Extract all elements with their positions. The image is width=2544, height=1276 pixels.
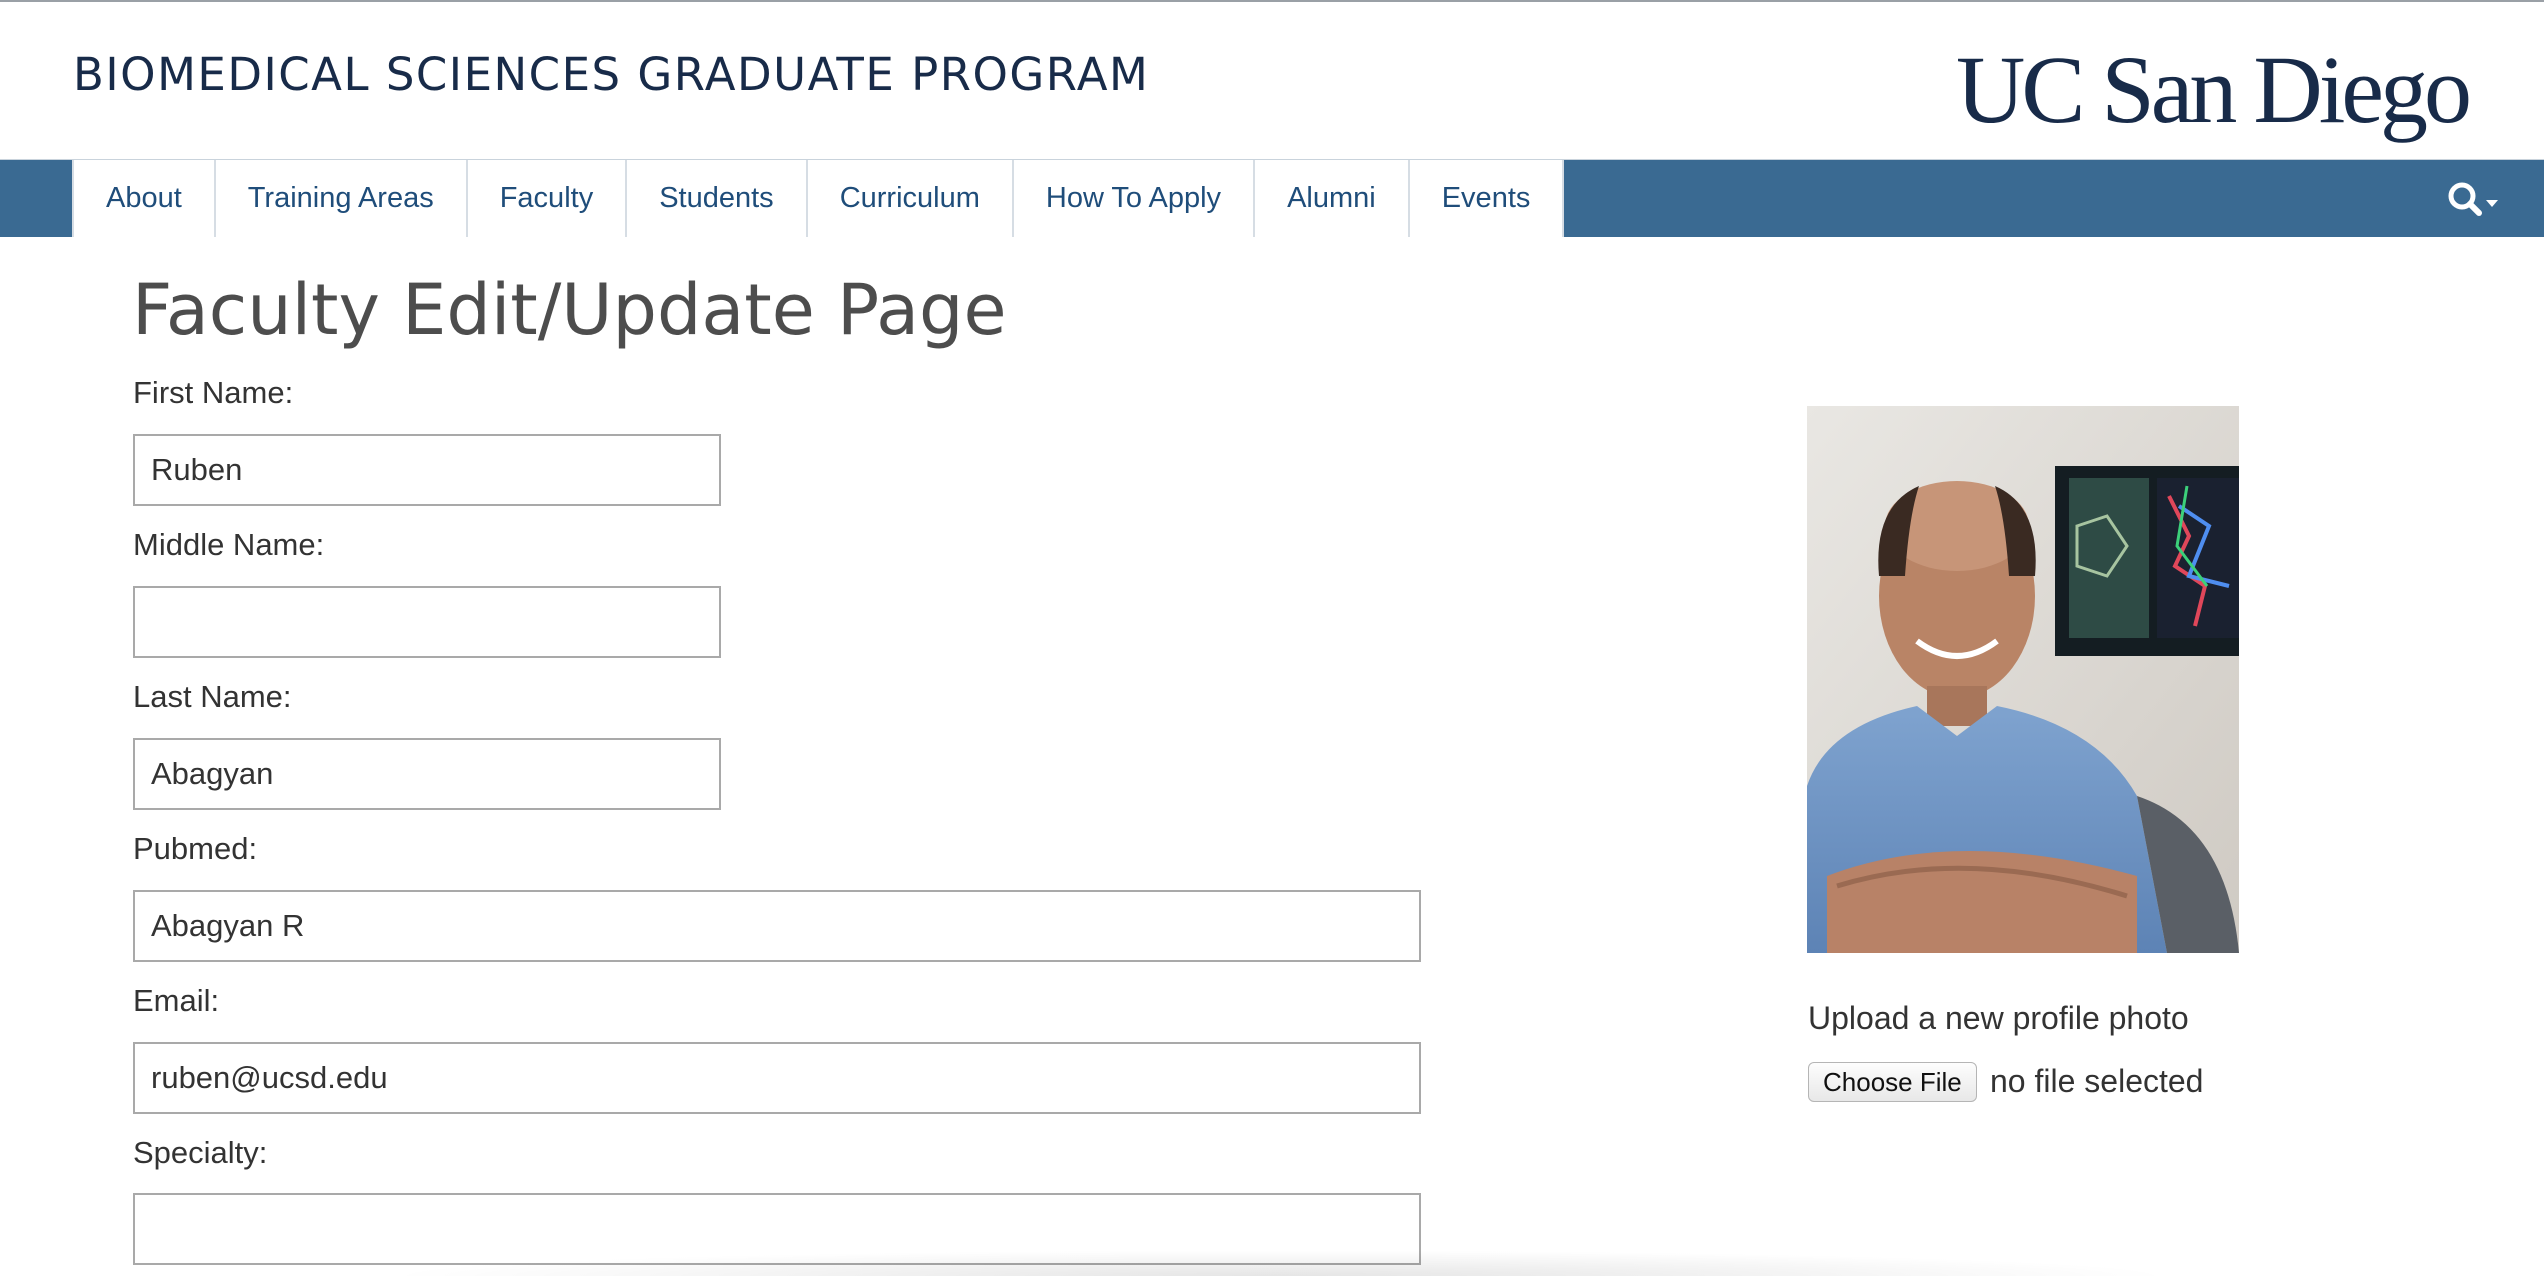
nav-item-how-to-apply[interactable]: How To Apply — [1014, 160, 1256, 237]
first-name-label: First Name: — [133, 375, 294, 410]
nav-item-training-areas[interactable]: Training Areas — [216, 160, 468, 237]
email-input[interactable] — [133, 1042, 1421, 1114]
nav-item-events[interactable]: Events — [1410, 160, 1565, 237]
file-status-text: no file selected — [1990, 1063, 2204, 1099]
nav-item-faculty[interactable]: Faculty — [468, 160, 628, 237]
specialty-label: Specialty: — [133, 1135, 268, 1170]
nav-item-curriculum[interactable]: Curriculum — [808, 160, 1014, 237]
specialty-input[interactable] — [133, 1193, 1421, 1265]
nav-item-about[interactable]: About — [72, 160, 216, 237]
upload-photo-label: Upload a new profile photo — [1808, 1000, 2189, 1036]
program-title-link[interactable]: BIOMEDICAL SCIENCES GRADUATE PROGRAM — [73, 48, 1149, 101]
pubmed-input[interactable] — [133, 890, 1421, 962]
middle-name-input[interactable] — [133, 586, 721, 658]
site-header: BIOMEDICAL SCIENCES GRADUATE PROGRAM UC … — [0, 2, 2544, 159]
last-name-label: Last Name: — [133, 679, 292, 714]
nav-item-students[interactable]: Students — [627, 160, 808, 237]
choose-file-button[interactable]: Choose File — [1808, 1062, 1977, 1102]
first-name-input[interactable] — [133, 434, 721, 506]
search-toggle-button[interactable] — [2444, 178, 2504, 220]
page-title: Faculty Edit/Update Page — [132, 269, 1007, 351]
middle-name-label: Middle Name: — [133, 527, 325, 562]
page: BIOMEDICAL SCIENCES GRADUATE PROGRAM UC … — [0, 0, 2544, 1276]
pubmed-label: Pubmed: — [133, 831, 258, 866]
nav-list: About Training Areas Faculty Students Cu… — [72, 160, 1565, 237]
search-icon — [2448, 182, 2498, 216]
email-label: Email: — [133, 983, 220, 1018]
caret-down-icon — [2486, 200, 2498, 207]
profile-photo — [1807, 406, 2239, 953]
last-name-input[interactable] — [133, 738, 721, 810]
main-nav: About Training Areas Faculty Students Cu… — [0, 159, 2544, 237]
nav-item-alumni[interactable]: Alumni — [1255, 160, 1410, 237]
ucsd-logo[interactable]: UC San Diego — [1956, 42, 2472, 138]
